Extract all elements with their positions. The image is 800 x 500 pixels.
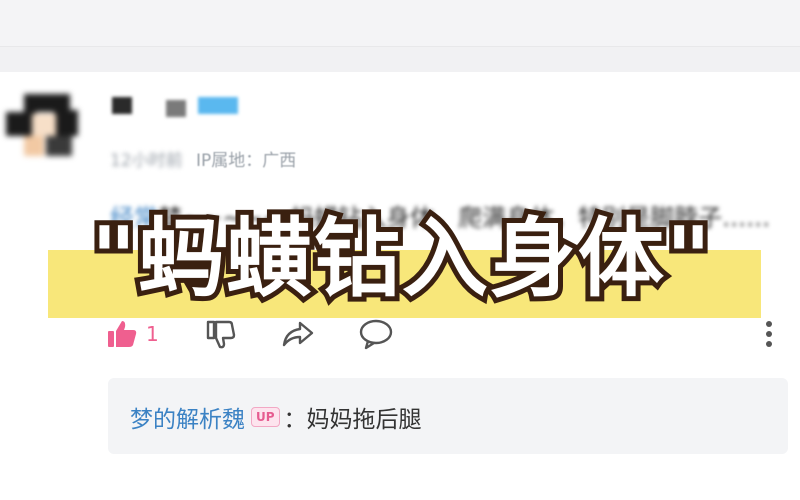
username-redacted[interactable]: [112, 97, 132, 114]
comment-meta: 12小时前 IP属地：广西: [110, 146, 296, 171]
share-button[interactable]: [280, 316, 316, 352]
ip-location: IP属地：广西: [196, 151, 297, 171]
reply-author[interactable]: 梦的解析魏: [130, 400, 245, 434]
like-count: 1: [146, 322, 159, 346]
comment-icon: [358, 318, 394, 350]
reply-item: 梦的解析魏 UP ： 妈妈拖后腿: [130, 400, 422, 434]
username-redacted[interactable]: [166, 100, 186, 117]
thumbs-down-icon: [204, 318, 236, 350]
video-caption-overlay: "蚂蟥钻入身体": [86, 204, 716, 314]
reply-text: 妈妈拖后腿: [306, 407, 422, 433]
more-icon: [762, 318, 776, 350]
reply-separator: ：: [283, 407, 307, 433]
like-button[interactable]: 1: [106, 316, 159, 352]
reply-button[interactable]: [358, 316, 394, 352]
up-badge: UP: [251, 407, 280, 427]
dislike-button[interactable]: [204, 316, 236, 352]
thumbs-up-icon: [106, 319, 138, 349]
top-bar: [0, 0, 800, 47]
comment-actions: 1: [106, 316, 796, 352]
share-icon: [280, 319, 316, 349]
reply-preview[interactable]: 梦的解析魏 UP ： 妈妈拖后腿: [108, 378, 788, 454]
more-button[interactable]: [762, 316, 776, 352]
comment-time: 12小时前: [110, 151, 183, 171]
user-level-badge: [198, 97, 238, 114]
avatar[interactable]: [6, 94, 82, 164]
